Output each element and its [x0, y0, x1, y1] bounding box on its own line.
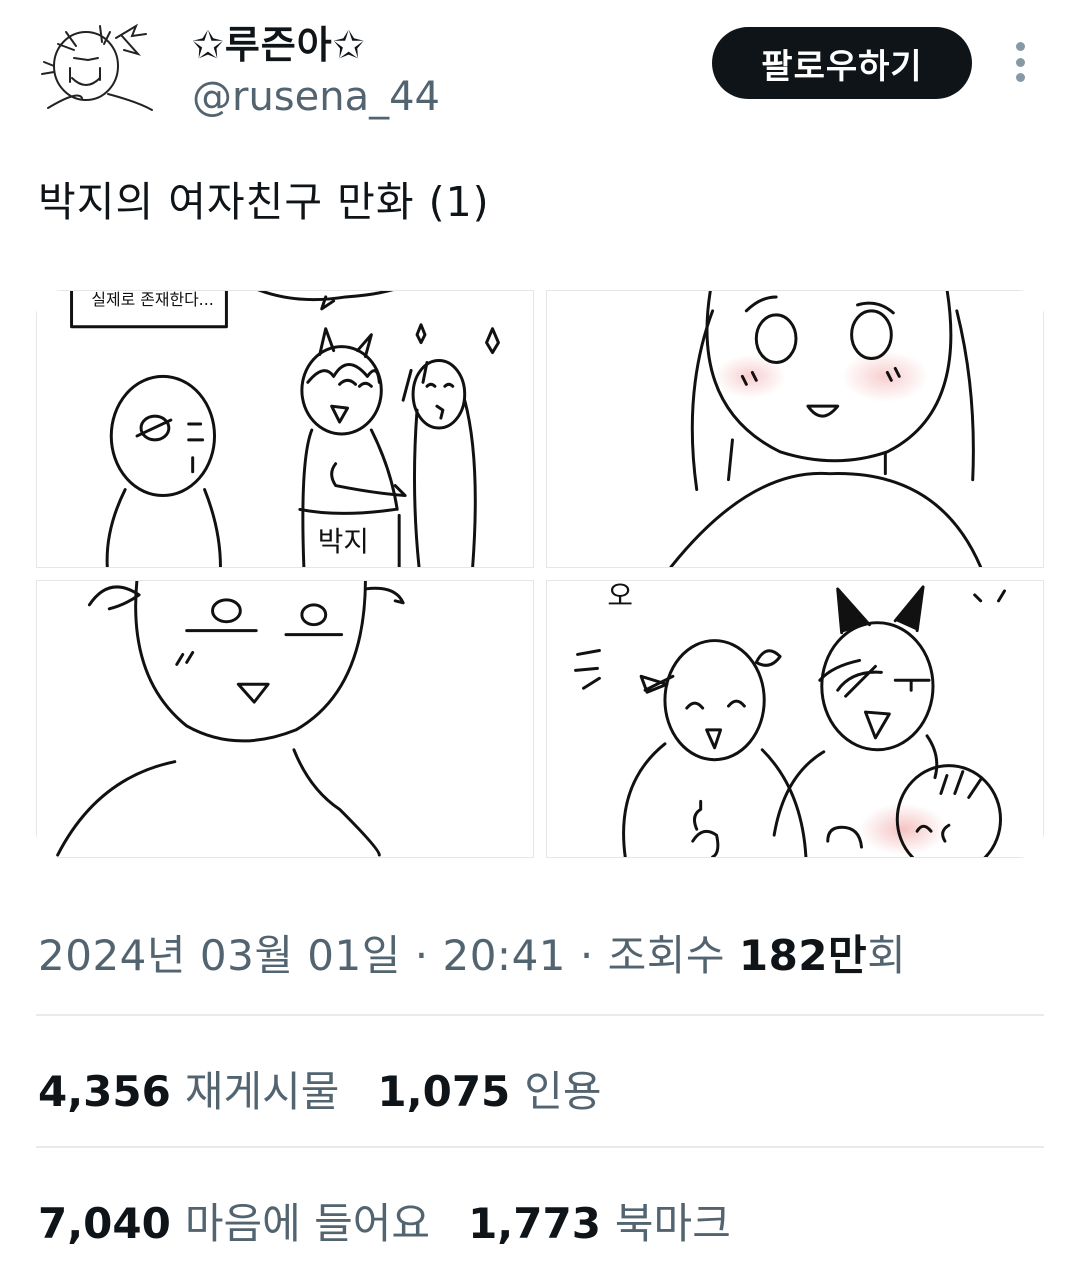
avatar-drawing — [41, 23, 153, 111]
follow-button[interactable]: 팔로우하기 — [712, 27, 972, 99]
avatar[interactable] — [38, 12, 158, 122]
comic-panel-2[interactable] — [546, 290, 1044, 568]
bookmarks-stat[interactable]: 1,773 북마크 — [468, 1190, 731, 1251]
display-name[interactable]: ✩루즌아✩ — [192, 14, 366, 69]
retweets-label: 재게시물 — [184, 1067, 340, 1116]
comic-drawing-2 — [669, 291, 983, 567]
more-dot — [1015, 73, 1025, 82]
tweet-meta: 2024년 03월 01일 · 20:41 · 조회수 182만회 — [38, 922, 906, 983]
comic-drawing-4: 오 — [574, 581, 1006, 857]
stats-row-2: 7,040 마음에 들어요 1,773 북마크 — [38, 1190, 769, 1251]
likes-stat[interactable]: 7,040 마음에 들어요 — [38, 1190, 430, 1251]
meta-separator: · — [566, 931, 608, 980]
bookmarks-count: 1,773 — [468, 1199, 601, 1248]
meta-separator: · — [400, 931, 443, 980]
likes-count: 7,040 — [38, 1199, 171, 1248]
more-dot — [1015, 57, 1025, 67]
comic-drawing-3 — [56, 581, 405, 857]
quotes-label: 인용 — [524, 1067, 602, 1116]
views-label: 조회수 — [607, 931, 739, 980]
quotes-count: 1,075 — [377, 1067, 511, 1116]
more-dot — [1015, 42, 1025, 51]
quotes-stat[interactable]: 1,075 인용 — [377, 1058, 601, 1119]
panel1-label: 박지 — [318, 525, 369, 558]
views-count: 182만 — [738, 931, 868, 980]
user-handle[interactable]: @rusena_44 — [192, 74, 440, 120]
media-grid[interactable]: 실제로 존재한다... 박지 오 — [36, 290, 1044, 858]
tweet-header: ✩루즌아✩ @rusena_44 팔로우하기 — [0, 0, 1080, 140]
stats-row-1: 4,356 재게시물 1,075 인용 — [38, 1058, 640, 1119]
comic-drawing-1: 실제로 존재한다... 박지 — [70, 291, 500, 567]
tweet-time[interactable]: 20:41 — [442, 931, 566, 980]
panel1-caption: 실제로 존재한다... — [91, 291, 213, 309]
panel4-text: 오 — [607, 581, 633, 612]
comic-panel-1[interactable]: 실제로 존재한다... 박지 — [36, 290, 534, 568]
divider — [36, 1014, 1044, 1016]
tweet-text: 박지의 여자친구 만화 (1) — [38, 178, 490, 226]
bookmarks-label: 북마크 — [614, 1199, 731, 1248]
likes-label: 마음에 들어요 — [184, 1199, 431, 1248]
views-suffix: 회 — [867, 931, 907, 980]
retweets-stat[interactable]: 4,356 재게시물 — [38, 1058, 339, 1119]
retweets-count: 4,356 — [38, 1067, 171, 1116]
comic-panel-4[interactable]: 오 — [546, 580, 1044, 858]
tweet-date[interactable]: 2024년 03월 01일 — [38, 931, 401, 980]
divider — [36, 1146, 1044, 1148]
more-vertical-icon[interactable] — [1002, 40, 1038, 84]
comic-panel-3[interactable] — [36, 580, 534, 858]
